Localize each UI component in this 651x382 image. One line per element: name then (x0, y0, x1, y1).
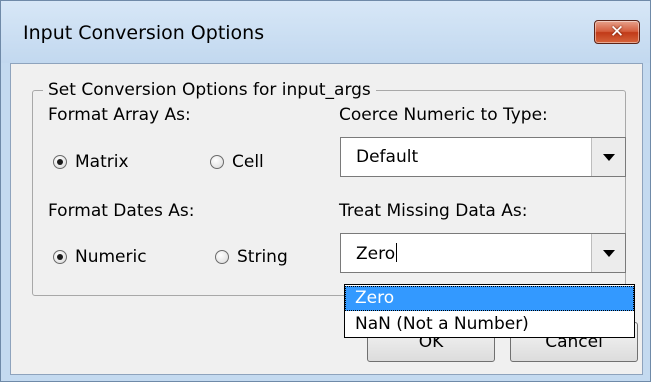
format-dates-label: Format Dates As: (48, 201, 195, 221)
format-array-label: Format Array As: (48, 105, 191, 125)
title-bar[interactable]: Input Conversion Options ✕ (1, 1, 650, 63)
conversion-options-group: Set Conversion Options for input_args Fo… (32, 80, 626, 296)
radio-string[interactable]: String (215, 247, 288, 267)
radio-string-indicator[interactable] (215, 250, 229, 264)
coerce-numeric-dropdown-button[interactable] (591, 138, 625, 176)
dropdown-option-zero[interactable]: Zero (345, 286, 634, 311)
window-title: Input Conversion Options (23, 22, 265, 44)
missing-data-dropdown-list[interactable]: Zero NaN (Not a Number) (344, 284, 635, 338)
missing-data-dropdown-button[interactable] (591, 234, 625, 272)
group-legend: Set Conversion Options for input_args (43, 80, 376, 100)
radio-numeric-indicator[interactable] (53, 250, 67, 264)
radio-string-label: String (237, 247, 288, 267)
missing-data-value-text: Zero (356, 244, 396, 264)
dropdown-option-nan[interactable]: NaN (Not a Number) (345, 312, 634, 337)
coerce-numeric-value: Default (356, 147, 419, 167)
radio-matrix-label: Matrix (75, 152, 129, 172)
radio-numeric-label: Numeric (75, 247, 147, 267)
radio-cell-indicator[interactable] (210, 155, 224, 169)
text-caret (396, 243, 398, 262)
coerce-numeric-combo[interactable]: Default (340, 137, 626, 177)
close-icon: ✕ (609, 22, 625, 42)
dialog-window: Input Conversion Options ✕ Set Conversio… (0, 0, 651, 382)
missing-data-label: Treat Missing Data As: (339, 201, 528, 221)
missing-data-combo[interactable]: Zero (340, 233, 626, 273)
radio-cell[interactable]: Cell (210, 152, 264, 172)
radio-matrix-indicator[interactable] (53, 155, 67, 169)
close-button[interactable]: ✕ (594, 20, 640, 44)
radio-cell-label: Cell (232, 152, 264, 172)
missing-data-value[interactable]: Zero (356, 243, 398, 264)
dialog-client-area: Set Conversion Options for input_args Fo… (10, 63, 643, 375)
radio-matrix[interactable]: Matrix (53, 152, 129, 172)
radio-numeric[interactable]: Numeric (53, 247, 147, 267)
coerce-numeric-label: Coerce Numeric to Type: (339, 105, 548, 125)
